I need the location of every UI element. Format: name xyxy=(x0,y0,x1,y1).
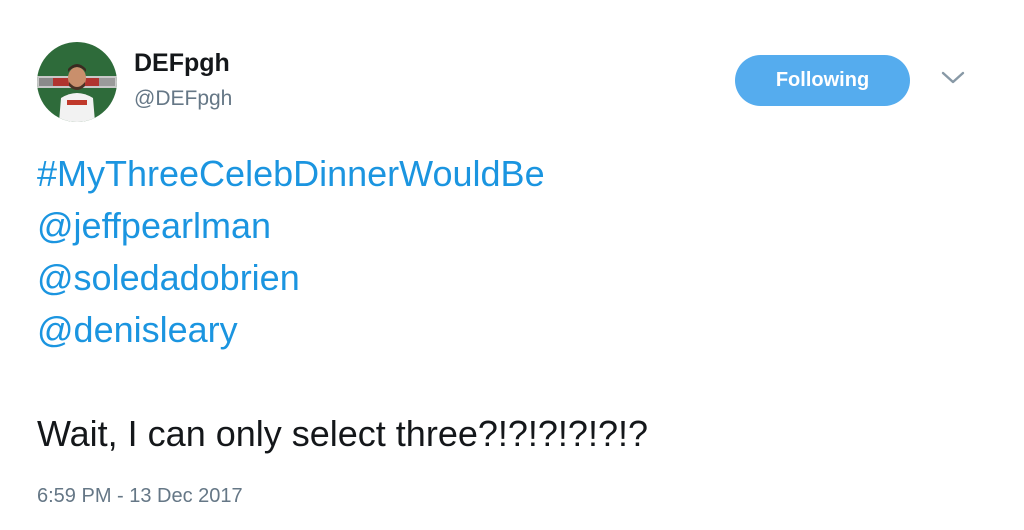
chevron-down-icon[interactable] xyxy=(940,70,966,86)
display-name[interactable]: DEFpgh xyxy=(134,48,230,78)
following-button[interactable]: Following xyxy=(735,55,910,106)
mention-link[interactable]: @soledadobrien xyxy=(37,252,997,304)
avatar-image xyxy=(37,42,117,122)
chevron-down-icon-glyph xyxy=(941,71,965,84)
avatar[interactable] xyxy=(37,42,117,122)
user-handle[interactable]: @DEFpgh xyxy=(134,86,232,112)
tweet-message: Wait, I can only select three?!?!?!?!?!? xyxy=(37,413,648,454)
tweet-timestamp[interactable]: 6:59 PM - 13 Dec 2017 xyxy=(37,483,243,509)
mention-link[interactable]: @denisleary xyxy=(37,304,997,356)
mention-link[interactable]: @jeffpearlman xyxy=(37,200,997,252)
hashtag-link[interactable]: #MyThreeCelebDinnerWouldBe xyxy=(37,148,997,200)
tweet-card: DEFpgh @DEFpgh Following #MyThreeCelebDi… xyxy=(0,0,1024,530)
tweet-text: #MyThreeCelebDinnerWouldBe @jeffpearlman… xyxy=(37,148,997,460)
